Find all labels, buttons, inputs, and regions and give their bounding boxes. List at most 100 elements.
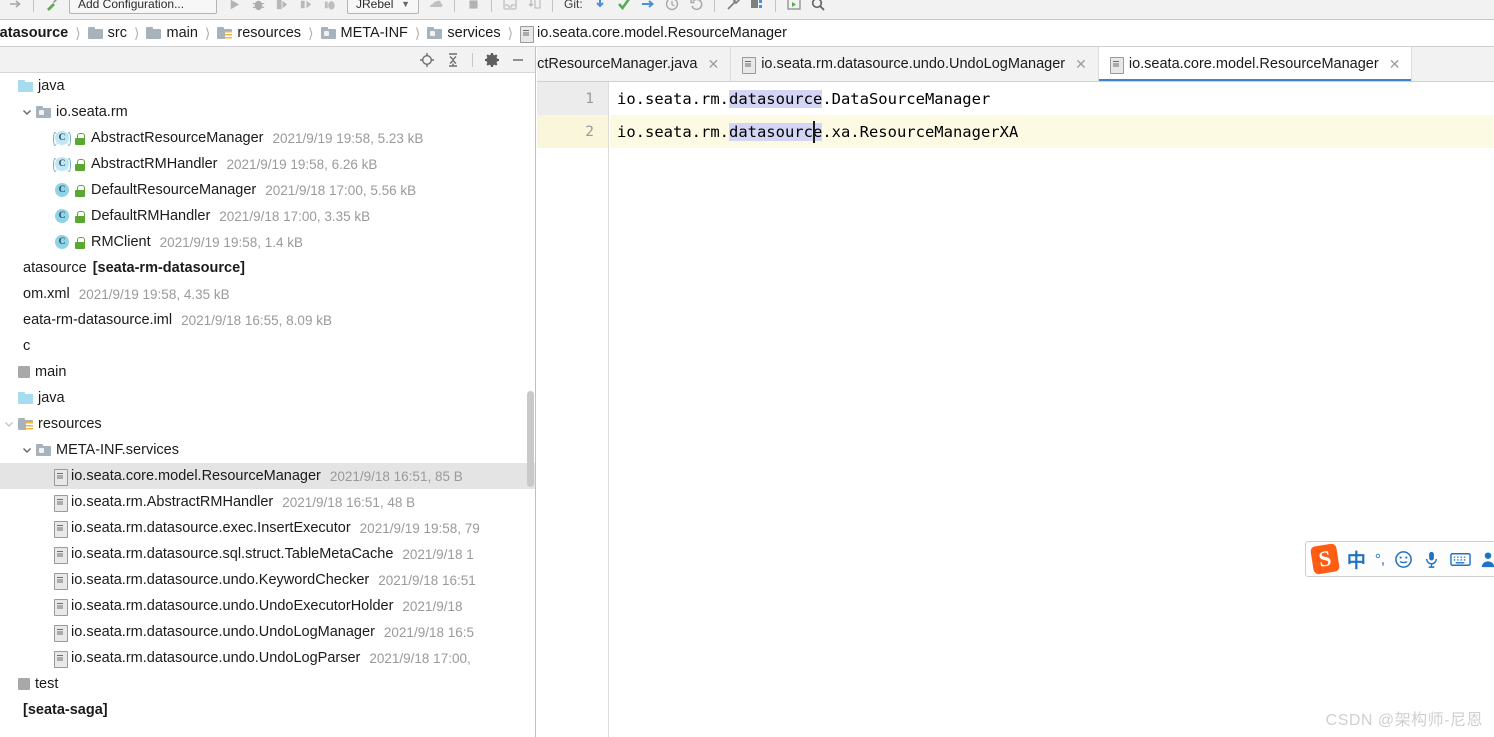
git-rollback-icon[interactable] <box>685 0 707 15</box>
tree-row[interactable]: io.seata.rm <box>0 99 535 125</box>
tree-row[interactable]: java <box>0 73 535 99</box>
tree-item-label: io.seata.rm <box>56 104 128 120</box>
scrollbar-thumb[interactable] <box>527 391 534 487</box>
chevron-down-icon[interactable] <box>0 419 18 429</box>
wrench-icon[interactable] <box>722 0 744 15</box>
code-line[interactable]: io.seata.rm. datasource .xa.ResourceManage… <box>610 115 1494 148</box>
tree-row[interactable]: io.seata.rm.datasource.undo.KeywordCheck… <box>0 567 535 593</box>
editor-tab[interactable]: actResourceManager.java ✕ <box>537 47 732 81</box>
project-tree-scrollbar[interactable] <box>526 73 535 737</box>
git-update-icon[interactable] <box>589 0 611 15</box>
tree-row[interactable]: om.xml 2021/9/19 19:58, 4.35 kB <box>0 281 535 307</box>
tree-row[interactable]: io.seata.rm.datasource.undo.UndoLogManag… <box>0 619 535 645</box>
green-lock-icon <box>74 132 86 145</box>
breadcrumb-separator: ⟩ <box>507 24 514 41</box>
tree-row[interactable]: c <box>0 333 535 359</box>
locate-target-icon[interactable] <box>415 49 439 71</box>
tree-row[interactable]: C AbstractResourceManager 2021/9/19 19:58,… <box>0 125 535 151</box>
breadcrumb-item-2[interactable]: main <box>144 25 199 41</box>
profile-icon[interactable] <box>295 0 317 15</box>
soft-keyboard-icon[interactable] <box>1450 550 1471 569</box>
run-configuration-selector[interactable]: Add Configuration... <box>69 0 217 14</box>
sogou-ime-toolbar[interactable]: S 中 °, <box>1305 541 1494 577</box>
breadcrumb-item-1[interactable]: src <box>86 25 129 41</box>
tree-item-label: META-INF.services <box>56 442 179 458</box>
run-coverage-icon[interactable] <box>271 0 293 15</box>
tree-row[interactable]: io.seata.rm.datasource.sql.struct.TableM… <box>0 541 535 567</box>
minimize-icon[interactable] <box>506 49 530 71</box>
tree-item-label: java <box>38 78 65 94</box>
tree-item-meta: 2021/9/19 19:58, 6.26 kB <box>226 156 378 172</box>
code-line[interactable]: io.seata.rm. datasource .DataSourceManager <box>610 82 1494 115</box>
git-history-icon[interactable] <box>661 0 683 15</box>
breadcrumb-item-6[interactable]: io.seata.core.model.ResourceManager <box>518 25 789 43</box>
breadcrumb-item-3[interactable]: resources <box>215 25 303 41</box>
collapse-all-icon[interactable] <box>441 49 465 71</box>
search-everywhere-icon[interactable] <box>807 0 829 15</box>
tree-row[interactable]: main <box>0 359 535 385</box>
emoji-icon[interactable] <box>1394 550 1413 569</box>
tree-item-label: io.seata.rm.datasource.undo.KeywordCheck… <box>71 572 370 588</box>
run-anything-icon[interactable] <box>783 0 805 15</box>
code-text-selected: datasource <box>728 89 823 108</box>
tree-row[interactable]: eata-rm-datasource.iml 2021/9/18 16:55, 8… <box>0 307 535 333</box>
tree-row[interactable]: io.seata.rm.datasource.undo.UndoLogParse… <box>0 645 535 671</box>
close-icon[interactable]: ✕ <box>1389 57 1401 71</box>
chevron-down-icon[interactable] <box>18 107 36 117</box>
editor-area: actResourceManager.java ✕ io.seata.rm.data… <box>537 47 1494 737</box>
close-icon[interactable]: ✕ <box>1075 57 1087 71</box>
breadcrumb-item-0[interactable]: -datasource <box>0 25 70 41</box>
update-project-icon[interactable] <box>523 0 545 15</box>
tree-row[interactable]: io.seata.rm.AbstractRMHandler 2021/9/18 1… <box>0 489 535 515</box>
editor-code-area[interactable]: 12 io.seata.rm. datasource .DataSourceMana… <box>537 82 1494 737</box>
tree-item-label: RMClient <box>91 234 151 250</box>
tree-item-module-suffix: [seata-rm-datasource] <box>92 260 245 276</box>
plugins-icon[interactable] <box>746 0 768 15</box>
tree-row[interactable]: io.seata.core.model.ResourceManager 2021/… <box>0 463 535 489</box>
tree-row[interactable]: atasource [seata-rm-datasource] <box>0 255 535 281</box>
build-icon[interactable] <box>41 0 63 15</box>
settings-gear-icon[interactable] <box>480 49 504 71</box>
inbox-icon[interactable] <box>499 0 521 15</box>
tree-row[interactable]: io.seata.rm.datasource.undo.UndoExecutor… <box>0 593 535 619</box>
tree-item-label: resources <box>38 416 102 432</box>
text-file-icon <box>54 546 68 564</box>
ime-mode-label[interactable]: 中 <box>1347 546 1366 573</box>
project-tree[interactable]: java io.seata.rm C AbstractResourceManager 2… <box>0 73 535 737</box>
editor-tab[interactable]: io.seata.rm.datasource.undo.UndoLogManag… <box>731 47 1099 81</box>
tree-row[interactable]: META-INF.services <box>0 437 535 463</box>
toolbar-divider-5 <box>713 0 715 12</box>
ime-punctuation-toggle[interactable]: °, <box>1375 551 1385 568</box>
tree-row[interactable]: C AbstractRMHandler 2021/9/19 19:58, 6.26 … <box>0 151 535 177</box>
tree-row[interactable]: io.seata.rm.datasource.exec.InsertExecut… <box>0 515 535 541</box>
run-icon[interactable] <box>223 0 245 15</box>
text-file-icon <box>54 650 68 668</box>
editor-lines[interactable]: io.seata.rm. datasource .DataSourceManager… <box>610 82 1494 148</box>
git-commit-icon[interactable] <box>613 0 635 15</box>
tree-row[interactable]: C RMClient 2021/9/19 19:58, 1.4 kB <box>0 229 535 255</box>
tree-row[interactable]: java <box>0 385 535 411</box>
breadcrumb-item-4[interactable]: META-INF <box>319 25 410 41</box>
class-icon: C <box>54 182 70 198</box>
stop-icon[interactable] <box>462 0 484 15</box>
jrebel-run-icon[interactable] <box>425 0 447 15</box>
debug-attach-icon[interactable] <box>319 0 341 15</box>
tree-row[interactable]: [seata-saga] <box>0 697 535 723</box>
editor-tab-bar[interactable]: actResourceManager.java ✕ io.seata.rm.data… <box>537 47 1494 82</box>
debug-icon[interactable] <box>247 0 269 15</box>
chevron-down-icon[interactable] <box>18 445 36 455</box>
jrebel-selector[interactable]: JRebel ▼ <box>347 0 419 14</box>
breadcrumb-label: services <box>447 25 501 41</box>
tree-row[interactable]: test <box>0 671 535 697</box>
git-push-icon[interactable] <box>637 0 659 15</box>
voice-input-icon[interactable] <box>1422 550 1441 569</box>
sogou-logo-icon[interactable]: S <box>1309 543 1340 575</box>
user-icon[interactable] <box>1480 550 1494 569</box>
breadcrumb-item-5[interactable]: services <box>425 25 502 41</box>
tree-row[interactable]: C DefaultResourceManager 2021/9/18 17:00, … <box>0 177 535 203</box>
close-icon[interactable]: ✕ <box>707 57 719 71</box>
forward-arrow-icon[interactable] <box>4 0 26 15</box>
tree-row[interactable]: resources <box>0 411 535 437</box>
editor-tab[interactable]: io.seata.core.model.ResourceManager ✕ <box>1098 47 1413 81</box>
tree-row[interactable]: C DefaultRMHandler 2021/9/18 17:00, 3.35 k… <box>0 203 535 229</box>
